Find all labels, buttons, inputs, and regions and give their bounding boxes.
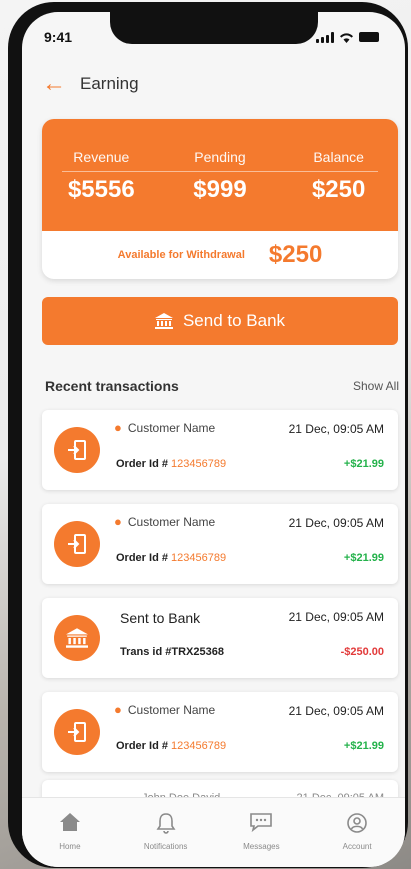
earnings-summary-card: Revenue Pending Balance $5556 $999 $250 bbox=[42, 119, 398, 279]
trans-id: Trans id #TRX25368 bbox=[120, 646, 224, 658]
wifi-icon bbox=[340, 32, 353, 43]
stat-value-balance: $250 bbox=[311, 176, 366, 203]
stat-pending: Pending bbox=[165, 149, 275, 165]
chat-icon bbox=[221, 812, 301, 834]
phone-frame: 9:41 ← Earning Revenue Pending Balance $… bbox=[8, 2, 408, 868]
stat-label: Revenue bbox=[73, 149, 130, 165]
transaction-amount: +$21.99 bbox=[343, 740, 384, 752]
customer-name: Customer Name bbox=[127, 702, 216, 717]
notch bbox=[110, 12, 318, 44]
transaction-date: 21 Dec, 09:05 AM bbox=[288, 610, 384, 624]
withdrawal-amount: $250 bbox=[268, 241, 323, 268]
transaction-customer: ● Customer Name bbox=[114, 420, 215, 435]
transaction-amount: +$21.99 bbox=[343, 458, 384, 470]
bank-icon bbox=[54, 615, 100, 661]
home-icon bbox=[30, 812, 110, 834]
withdrawal-row: Available for Withdrawal $250 bbox=[42, 231, 398, 279]
transaction-card[interactable]: ● Customer Name 21 Dec, 09:05 AM Order I… bbox=[42, 410, 398, 490]
person-icon: ● bbox=[114, 514, 122, 529]
transaction-date: 21 Dec, 09:05 AM bbox=[288, 516, 384, 530]
signal-icon bbox=[316, 31, 334, 43]
tab-label: Home bbox=[59, 842, 81, 851]
status-icons bbox=[316, 31, 379, 43]
customer-name: Customer Name bbox=[127, 420, 216, 435]
transaction-title: Sent to Bank bbox=[120, 610, 201, 626]
show-all-link[interactable]: Show All bbox=[353, 379, 399, 393]
order-icon bbox=[54, 427, 100, 473]
order-icon bbox=[54, 521, 100, 567]
order-id: Order Id # 123456789 bbox=[116, 740, 226, 752]
section-title: Recent transactions bbox=[45, 378, 179, 394]
tab-label: Notifications bbox=[143, 842, 188, 851]
stat-revenue: Revenue bbox=[46, 149, 156, 165]
order-id-label: Order Id # bbox=[116, 458, 172, 470]
stat-value-pending: $999 bbox=[193, 176, 247, 203]
transaction-card[interactable]: Sent to Bank 21 Dec, 09:05 AM Trans id #… bbox=[42, 598, 398, 678]
withdrawal-label: Available for Withdrawal bbox=[117, 249, 245, 261]
transaction-customer: ● Customer Name bbox=[114, 702, 215, 717]
order-id-label: Order Id # bbox=[116, 740, 172, 752]
customer-name: Customer Name bbox=[127, 514, 216, 529]
stat-value-revenue: $5556 bbox=[67, 176, 135, 203]
stat-label: Pending bbox=[194, 149, 246, 165]
page-title: Earning bbox=[80, 74, 139, 93]
transaction-customer: ● Customer Name bbox=[114, 514, 215, 529]
person-icon: ● bbox=[114, 702, 122, 717]
bank-icon bbox=[154, 313, 173, 329]
recent-transactions-header: Recent transactions Show All bbox=[45, 378, 399, 394]
stat-label: Balance bbox=[313, 149, 364, 165]
transaction-card[interactable]: ● Customer Name 21 Dec, 09:05 AM Order I… bbox=[42, 504, 398, 584]
send-to-bank-button[interactable]: Send to Bank bbox=[42, 297, 398, 345]
earnings-stats: Revenue Pending Balance $5556 $999 $250 bbox=[42, 119, 398, 231]
bell-icon bbox=[126, 812, 206, 834]
tab-label: Account bbox=[342, 842, 372, 851]
battery-icon bbox=[359, 32, 379, 42]
tab-account[interactable]: Account bbox=[317, 812, 397, 867]
tab-notifications[interactable]: Notifications bbox=[126, 812, 206, 867]
send-to-bank-label: Send to Bank bbox=[182, 311, 286, 330]
transaction-card[interactable]: ● Customer Name 21 Dec, 09:05 AM Order I… bbox=[42, 692, 398, 772]
order-id-value: 123456789 bbox=[171, 552, 227, 564]
user-icon bbox=[317, 812, 397, 834]
transaction-amount: +$21.99 bbox=[343, 552, 384, 564]
tab-messages[interactable]: Messages bbox=[221, 812, 301, 867]
app-screen: 9:41 ← Earning Revenue Pending Balance $… bbox=[22, 12, 405, 867]
order-id-value: 123456789 bbox=[171, 740, 227, 752]
transaction-amount: -$250.00 bbox=[340, 646, 384, 658]
order-icon bbox=[54, 709, 100, 755]
tab-home[interactable]: Home bbox=[30, 812, 110, 867]
order-id: Order Id # 123456789 bbox=[116, 552, 226, 564]
order-id: Order Id # 123456789 bbox=[116, 458, 226, 470]
transaction-date: 21 Dec, 09:05 AM bbox=[288, 422, 384, 436]
bottom-tab-bar: Home Notifications Messages Account bbox=[22, 797, 405, 867]
status-time: 9:41 bbox=[44, 29, 73, 45]
tab-label: Messages bbox=[243, 842, 280, 851]
page-header: ← Earning bbox=[42, 72, 139, 96]
back-arrow-icon[interactable]: ← bbox=[42, 72, 66, 96]
order-id-label: Order Id # bbox=[116, 552, 172, 564]
transaction-date: 21 Dec, 09:05 AM bbox=[288, 704, 384, 718]
stat-balance: Balance bbox=[284, 149, 394, 165]
person-icon: ● bbox=[114, 420, 122, 435]
order-id-value: 123456789 bbox=[171, 458, 227, 470]
